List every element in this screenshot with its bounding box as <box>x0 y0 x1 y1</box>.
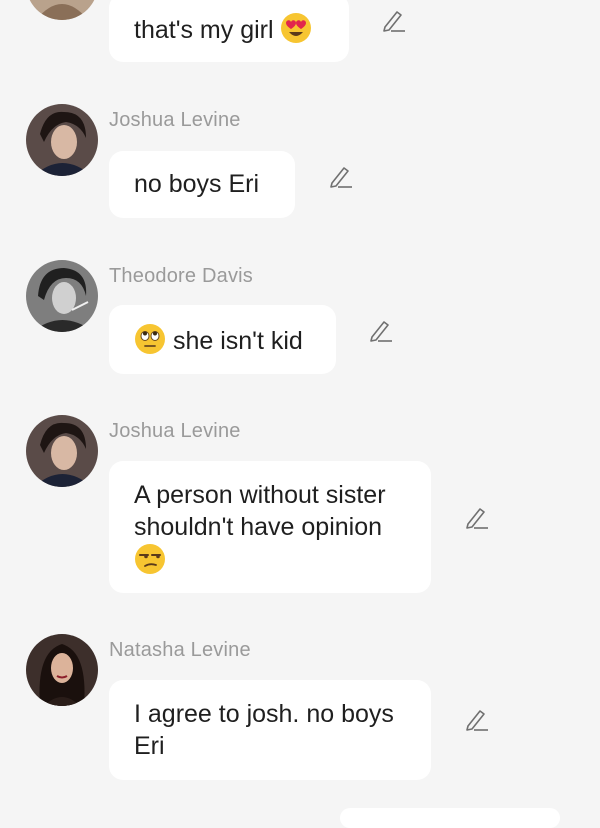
avatar[interactable] <box>26 634 98 706</box>
message-text-line <box>134 543 406 583</box>
message-text-line: A person without sister <box>134 481 386 509</box>
heart-eyes-emoji <box>280 12 312 52</box>
sender-name: Theodore Davis <box>109 265 253 287</box>
message-text-line: shouldn't have opinion <box>134 513 383 541</box>
message-text-line: that's my girl <box>134 12 324 52</box>
avatar[interactable] <box>26 104 98 176</box>
eye-roll-emoji <box>134 323 166 363</box>
avatar[interactable] <box>26 0 98 20</box>
message-text-line: she isn't kid <box>134 323 311 363</box>
message-bubble[interactable]: I agree to josh. no boys Eri <box>109 680 431 780</box>
edit-icon[interactable] <box>381 8 407 34</box>
message-bubble[interactable]: no boys Eri <box>109 151 295 218</box>
next-message-bubble[interactable] <box>340 808 560 828</box>
message-bubble[interactable]: she isn't kid <box>109 305 336 374</box>
message-text-line: Eri <box>134 732 165 760</box>
unamused-emoji <box>134 543 166 583</box>
message-bubble[interactable]: A person without sister shouldn't have o… <box>109 461 431 593</box>
edit-icon[interactable] <box>464 505 490 531</box>
edit-icon[interactable] <box>328 164 354 190</box>
sender-name: Joshua Levine <box>109 109 241 131</box>
edit-icon[interactable] <box>368 318 394 344</box>
avatar[interactable] <box>26 415 98 487</box>
edit-icon[interactable] <box>464 707 490 733</box>
sender-name: Joshua Levine <box>109 420 241 442</box>
sender-name: Natasha Levine <box>109 639 251 661</box>
message-text-line: no boys Eri <box>134 170 260 198</box>
message-bubble[interactable]: that's my girl <box>109 0 349 62</box>
avatar[interactable] <box>26 260 98 332</box>
message-text-line: I agree to josh. no boys <box>134 700 394 728</box>
